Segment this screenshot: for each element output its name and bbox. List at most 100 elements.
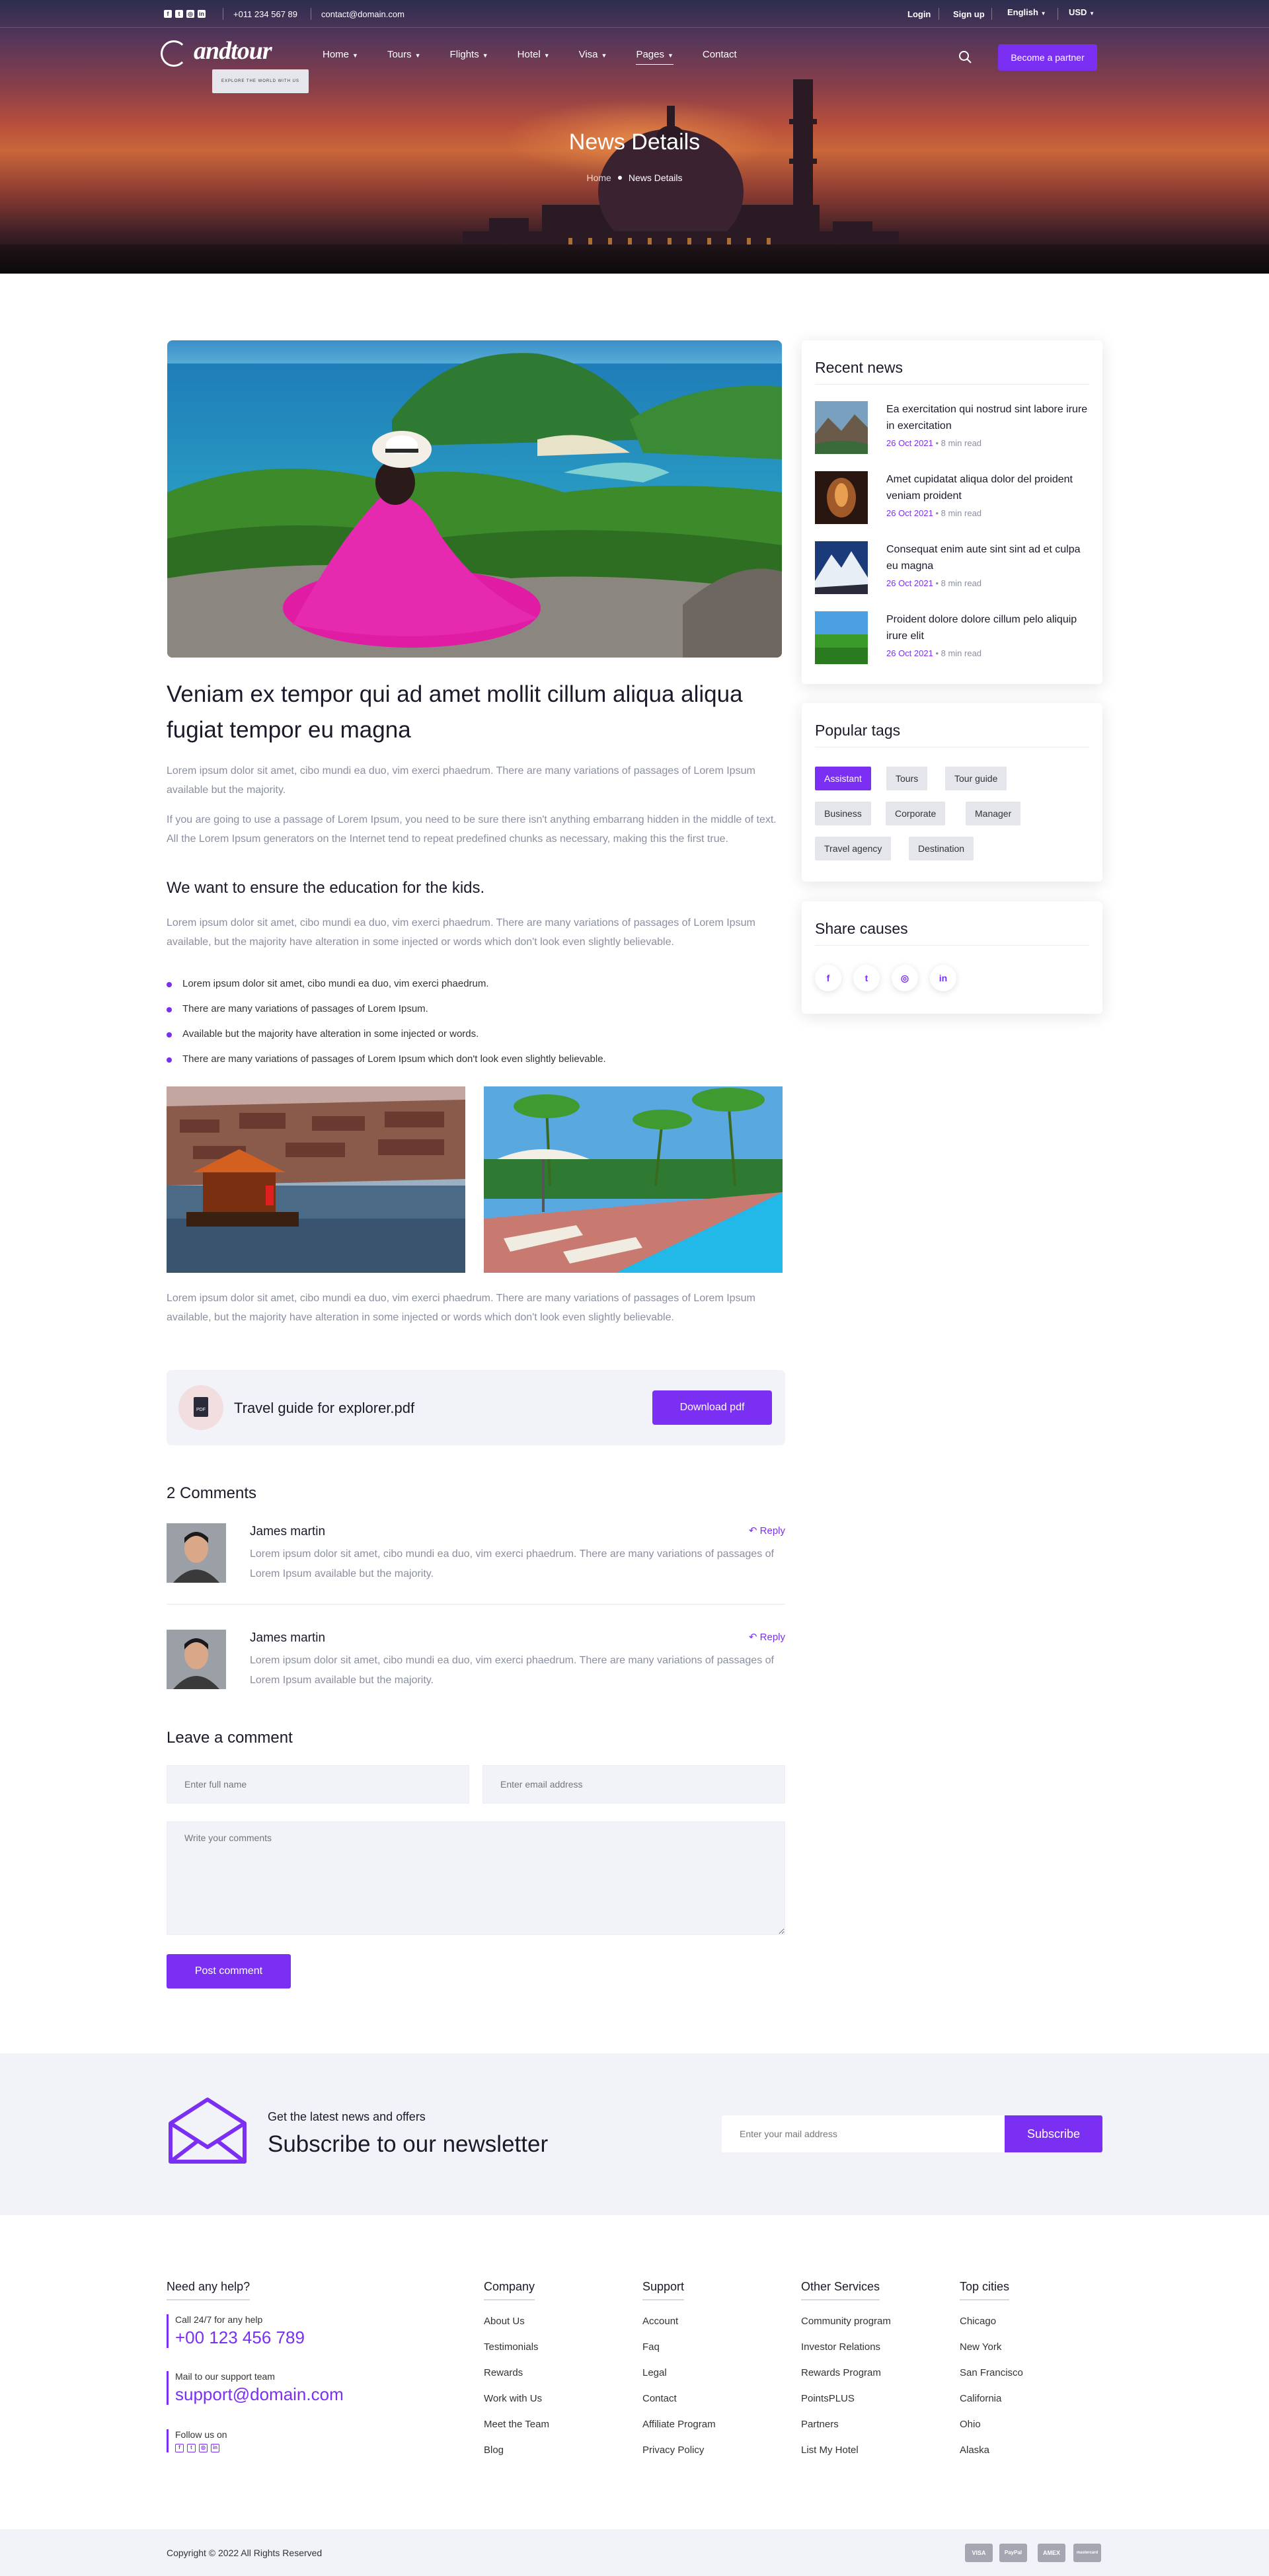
footer-link[interactable]: Privacy Policy: [642, 2437, 716, 2463]
footer-link[interactable]: Legal: [642, 2360, 716, 2386]
reply-button[interactable]: ↶ Reply: [749, 1525, 785, 1536]
chevron-down-icon: ▼: [1089, 11, 1095, 17]
download-pdf-button[interactable]: Download pdf: [652, 1390, 772, 1425]
footer-link[interactable]: List My Hotel: [801, 2437, 891, 2463]
footer-link[interactable]: Rewards: [484, 2360, 549, 2386]
post-comment-button[interactable]: Post comment: [167, 1954, 291, 1989]
article-paragraph: If you are going to use a passage of Lor…: [167, 814, 777, 845]
login-link[interactable]: Login: [907, 9, 931, 19]
footer-link[interactable]: PointsPLUS: [801, 2386, 891, 2411]
footer-link[interactable]: Meet the Team: [484, 2411, 549, 2437]
nav-item-home[interactable]: Home ▼: [323, 49, 358, 65]
footer-phone-link[interactable]: +00 123 456 789: [175, 2328, 305, 2348]
news-thumbnail: [815, 611, 868, 664]
share-causes-widget: Share causes f t ◎ in: [802, 901, 1102, 1014]
footer-link[interactable]: Work with Us: [484, 2386, 549, 2411]
facebook-icon[interactable]: f: [175, 2444, 184, 2452]
footer-link[interactable]: California: [960, 2386, 1023, 2411]
nav-item-flights[interactable]: Flights ▼: [450, 49, 488, 65]
instagram-icon[interactable]: ◎: [186, 10, 194, 18]
footer-link[interactable]: San Francisco: [960, 2360, 1023, 2386]
twitter-icon[interactable]: t: [175, 10, 183, 18]
share-linkedin-icon[interactable]: in: [930, 965, 956, 991]
tag-destination[interactable]: Destination: [909, 837, 974, 860]
nav-item-contact[interactable]: Contact: [703, 49, 737, 65]
share-facebook-icon[interactable]: f: [815, 965, 841, 991]
chevron-down-icon: ▼: [482, 52, 488, 59]
footer-link[interactable]: Ohio: [960, 2411, 1023, 2437]
twitter-icon[interactable]: t: [187, 2444, 196, 2452]
nav-item-pages[interactable]: Pages ▼: [636, 49, 673, 65]
newsletter-email-input[interactable]: Enter your mail address: [722, 2115, 1006, 2152]
news-thumbnail: [815, 401, 868, 454]
footer-link[interactable]: Rewards Program: [801, 2360, 891, 2386]
tag-manager[interactable]: Manager: [966, 802, 1021, 825]
reply-button[interactable]: ↶ Reply: [749, 1631, 785, 1643]
footer-link[interactable]: Investor Relations: [801, 2334, 891, 2360]
footer-col-heading: Support: [642, 2280, 685, 2300]
tag-tour-guide[interactable]: Tour guide: [945, 767, 1007, 790]
footer-link[interactable]: Community program: [801, 2308, 891, 2334]
breadcrumb-home[interactable]: Home: [586, 172, 611, 183]
chevron-down-icon: ▼: [668, 52, 673, 59]
share-instagram-icon[interactable]: ◎: [892, 965, 918, 991]
top-bar: f t ◎ in +011 234 567 89 contact@domain.…: [0, 0, 1269, 28]
top-phone[interactable]: +011 234 567 89: [233, 9, 297, 19]
newsletter-section: Get the latest news and offers Subscribe…: [0, 2053, 1269, 2215]
footer-col-heading: Company: [484, 2280, 535, 2300]
footer-link[interactable]: Account: [642, 2308, 716, 2334]
recent-news-item[interactable]: Ea exercitation qui nostrud sint labore …: [815, 401, 1093, 454]
footer-link[interactable]: Affiliate Program: [642, 2411, 716, 2437]
footer-link[interactable]: Partners: [801, 2411, 891, 2437]
linkedin-icon[interactable]: in: [198, 10, 206, 18]
nav-item-hotel[interactable]: Hotel ▼: [518, 49, 550, 65]
footer-links-support: Account Faq Legal Contact Affiliate Prog…: [642, 2308, 716, 2463]
tag-tours[interactable]: Tours: [886, 767, 928, 790]
tag-business[interactable]: Business: [815, 802, 871, 825]
popular-tags-widget: Popular tags Assistant Tours Tour guide …: [802, 703, 1102, 882]
facebook-icon[interactable]: f: [164, 10, 172, 18]
top-email[interactable]: contact@domain.com: [321, 9, 404, 19]
newsletter-subtitle: Get the latest news and offers: [268, 2110, 426, 2123]
tag-travel-agency[interactable]: Travel agency: [815, 837, 892, 860]
recent-news-item[interactable]: Consequat enim aute sint sint ad et culp…: [815, 541, 1093, 594]
language-select[interactable]: English ▼: [1007, 7, 1046, 17]
article-paragraph: Lorem ipsum dolor sit amet, cibo mundi e…: [167, 1293, 755, 1323]
tag-corporate[interactable]: Corporate: [886, 802, 946, 825]
envelope-icon: [169, 2098, 247, 2164]
list-item: There are many variations of passages of…: [167, 1001, 785, 1026]
pdf-download-card: PDF Travel guide for explorer.pdf Downlo…: [167, 1370, 785, 1445]
recent-news-item[interactable]: Amet cupidatat aliqua dolor del proident…: [815, 471, 1093, 524]
footer-link[interactable]: Alaska: [960, 2437, 1023, 2463]
footer-link[interactable]: Chicago: [960, 2308, 1023, 2334]
gallery-image-lake: [167, 1086, 465, 1273]
footer-links-company: About Us Testimonials Rewards Work with …: [484, 2308, 549, 2463]
tag-assistant[interactable]: Assistant: [815, 767, 871, 790]
comment-textarea[interactable]: [167, 1821, 785, 1935]
footer-email-link[interactable]: support@domain.com: [175, 2384, 344, 2405]
email-input[interactable]: [482, 1765, 785, 1803]
footer-link[interactable]: About Us: [484, 2308, 549, 2334]
signup-link[interactable]: Sign up: [953, 9, 985, 19]
footer-link[interactable]: Blog: [484, 2437, 549, 2463]
nav-item-visa[interactable]: Visa ▼: [579, 49, 607, 65]
list-item: Lorem ipsum dolor sit amet, cibo mundi e…: [167, 975, 785, 1001]
search-icon[interactable]: [958, 50, 972, 63]
footer-link[interactable]: New York: [960, 2334, 1023, 2360]
avatar: [167, 1523, 226, 1583]
footer-link[interactable]: Testimonials: [484, 2334, 549, 2360]
footer-link[interactable]: Faq: [642, 2334, 716, 2360]
nav-item-tours[interactable]: Tours ▼: [387, 49, 421, 65]
share-twitter-icon[interactable]: t: [853, 965, 880, 991]
subscribe-button[interactable]: Subscribe: [1005, 2115, 1102, 2152]
recent-news-widget: Recent news Ea exercitation qui nostrud …: [802, 340, 1102, 684]
linkedin-icon[interactable]: in: [211, 2444, 219, 2452]
become-partner-button[interactable]: Become a partner: [998, 44, 1097, 71]
full-name-input[interactable]: [167, 1765, 469, 1803]
recent-news-item[interactable]: Proident dolore dolore cillum pelo aliqu…: [815, 611, 1093, 664]
footer-links-other-services: Community program Investor Relations Rew…: [801, 2308, 891, 2463]
currency-select[interactable]: USD ▼: [1069, 7, 1095, 17]
paypal-icon: PayPal: [999, 2544, 1027, 2562]
footer-link[interactable]: Contact: [642, 2386, 716, 2411]
instagram-icon[interactable]: ◎: [199, 2444, 208, 2452]
